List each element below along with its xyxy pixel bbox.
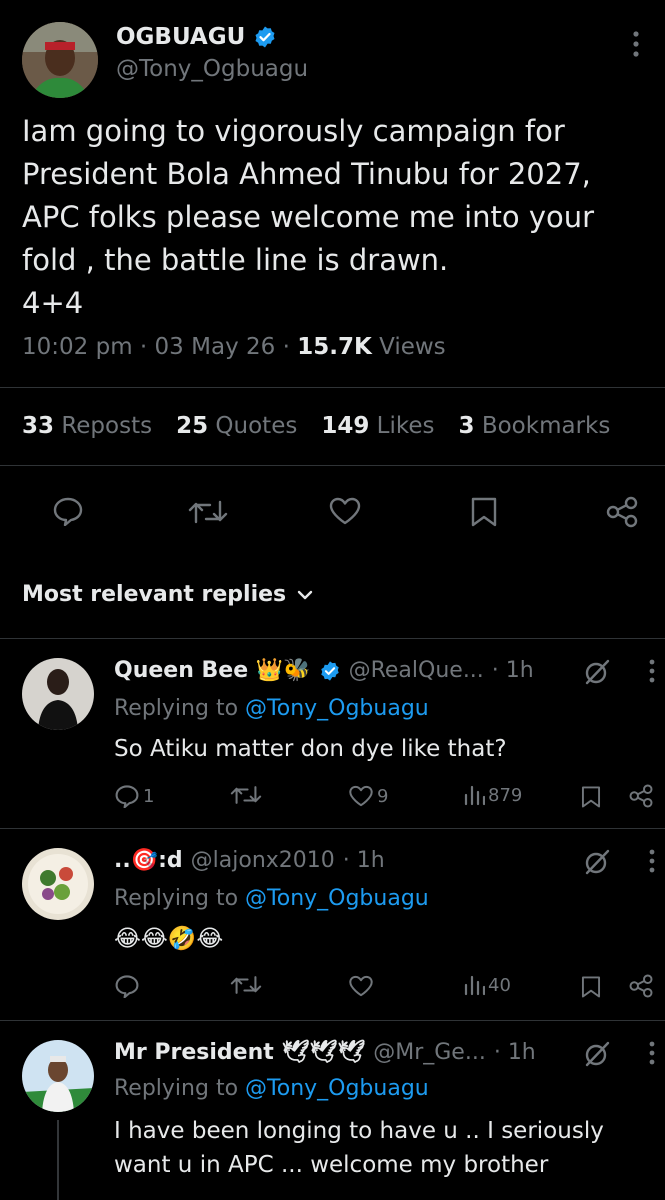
bookmark-icon[interactable]: [469, 496, 499, 528]
engagement-stats: 33 Reposts 25 Quotes 149 Likes 3 Bookmar…: [22, 413, 610, 439]
replying-to: Replying to @Tony_Ogbuagu: [114, 886, 429, 911]
reply-author-name[interactable]: Mr President 🕊🕊🕊: [114, 1040, 365, 1065]
like-button[interactable]: [348, 974, 374, 998]
view-count: 879: [488, 784, 523, 806]
repost-icon[interactable]: [230, 784, 262, 806]
verified-badge-icon: [319, 660, 341, 682]
reply-item[interactable]: Mr President 🕊🕊🕊 @Mr_Ge... · 1h Replying…: [0, 1020, 665, 1200]
replying-to: Replying to @Tony_Ogbuagu: [114, 696, 429, 721]
views-count: 15.7K: [297, 334, 372, 360]
views-button[interactable]: 879: [463, 784, 522, 806]
like-icon[interactable]: [328, 496, 362, 526]
thread-line: [57, 1120, 59, 1200]
reply-time: · 1h: [491, 658, 534, 683]
divider: [0, 465, 665, 466]
reply-count: 1: [143, 785, 155, 807]
reposts-stat[interactable]: 33 Reposts: [22, 413, 152, 439]
reply-author-name[interactable]: Queen Bee 👑🐝: [114, 658, 311, 683]
repost-icon[interactable]: [230, 974, 262, 996]
replying-to-handle[interactable]: @Tony_Ogbuagu: [245, 1076, 429, 1101]
more-options-icon[interactable]: [632, 30, 640, 58]
reply-text: So Atiku matter don dye like that?: [114, 736, 507, 762]
reply-action-bar: 40: [0, 974, 665, 1004]
reply-author-handle[interactable]: @RealQue...: [349, 658, 484, 683]
share-icon[interactable]: [628, 974, 654, 998]
reply-text: 😂😂🤣😂: [114, 926, 224, 952]
replies-sort-dropdown[interactable]: Most relevant replies: [22, 582, 314, 607]
repost-icon[interactable]: [188, 498, 228, 526]
reply-author-name[interactable]: ..🎯:d: [114, 848, 183, 873]
chevron-down-icon: [296, 589, 314, 601]
replies-sort-label: Most relevant replies: [22, 582, 287, 607]
avatar[interactable]: [22, 1040, 94, 1112]
replying-to: Replying to @Tony_Ogbuagu: [114, 1076, 429, 1101]
tweet-header: OGBUAGU @Tony_Ogbuagu: [0, 0, 665, 110]
divider: [0, 387, 665, 388]
reply-action-bar: 1 9 879: [0, 784, 665, 814]
display-name[interactable]: OGBUAGU: [116, 24, 245, 50]
bookmarks-stat[interactable]: 3 Bookmarks: [459, 413, 611, 439]
avatar[interactable]: [22, 22, 98, 98]
share-icon[interactable]: [628, 784, 654, 808]
reply-button[interactable]: [114, 974, 140, 998]
like-count: 9: [377, 785, 389, 807]
replying-to-handle[interactable]: @Tony_Ogbuagu: [245, 886, 429, 911]
tweet-time: 10:02 pm: [22, 334, 133, 360]
reply-button[interactable]: 1: [114, 784, 154, 808]
reply-author-handle[interactable]: @lajonx2010: [191, 848, 335, 873]
tweet-meta: 10:02 pm · 03 May 26 · 15.7K Views: [22, 334, 446, 360]
avatar[interactable]: [22, 848, 94, 920]
bookmark-icon[interactable]: [580, 974, 602, 1000]
replying-to-handle[interactable]: @Tony_Ogbuagu: [245, 696, 429, 721]
tweet-action-bar: [0, 490, 665, 534]
share-icon[interactable]: [605, 496, 639, 528]
grok-icon[interactable]: [583, 848, 611, 876]
like-button[interactable]: 9: [348, 784, 388, 808]
more-options-icon[interactable]: [648, 658, 656, 684]
more-options-icon[interactable]: [648, 848, 656, 874]
bookmark-icon[interactable]: [580, 784, 602, 810]
views-label: Views: [379, 334, 446, 360]
tweet-date: 03 May 26: [154, 334, 276, 360]
reply-text: I have been longing to have u .. I serio…: [114, 1118, 604, 1178]
grok-icon[interactable]: [583, 1040, 611, 1068]
reply-icon[interactable]: [52, 496, 84, 526]
grok-icon[interactable]: [583, 658, 611, 686]
avatar[interactable]: [22, 658, 94, 730]
reply-item[interactable]: Queen Bee 👑🐝 @RealQue... · 1h Replying t…: [0, 638, 665, 828]
handle[interactable]: @Tony_Ogbuagu: [116, 56, 308, 82]
more-options-icon[interactable]: [648, 1040, 656, 1066]
likes-stat[interactable]: 149 Likes: [321, 413, 434, 439]
views-button[interactable]: 40: [463, 974, 511, 996]
verified-badge-icon: [253, 25, 277, 49]
view-count: 40: [488, 974, 511, 996]
reply-time: · 1h: [342, 848, 385, 873]
tweet-text: Iam going to vigorously campaign for Pre…: [22, 114, 595, 320]
reply-item[interactable]: ..🎯:d @lajonx2010 · 1h Replying to @Tony…: [0, 828, 665, 1020]
quotes-stat[interactable]: 25 Quotes: [176, 413, 297, 439]
reply-time: · 1h: [493, 1040, 536, 1065]
reply-author-handle[interactable]: @Mr_Ge...: [373, 1040, 486, 1065]
